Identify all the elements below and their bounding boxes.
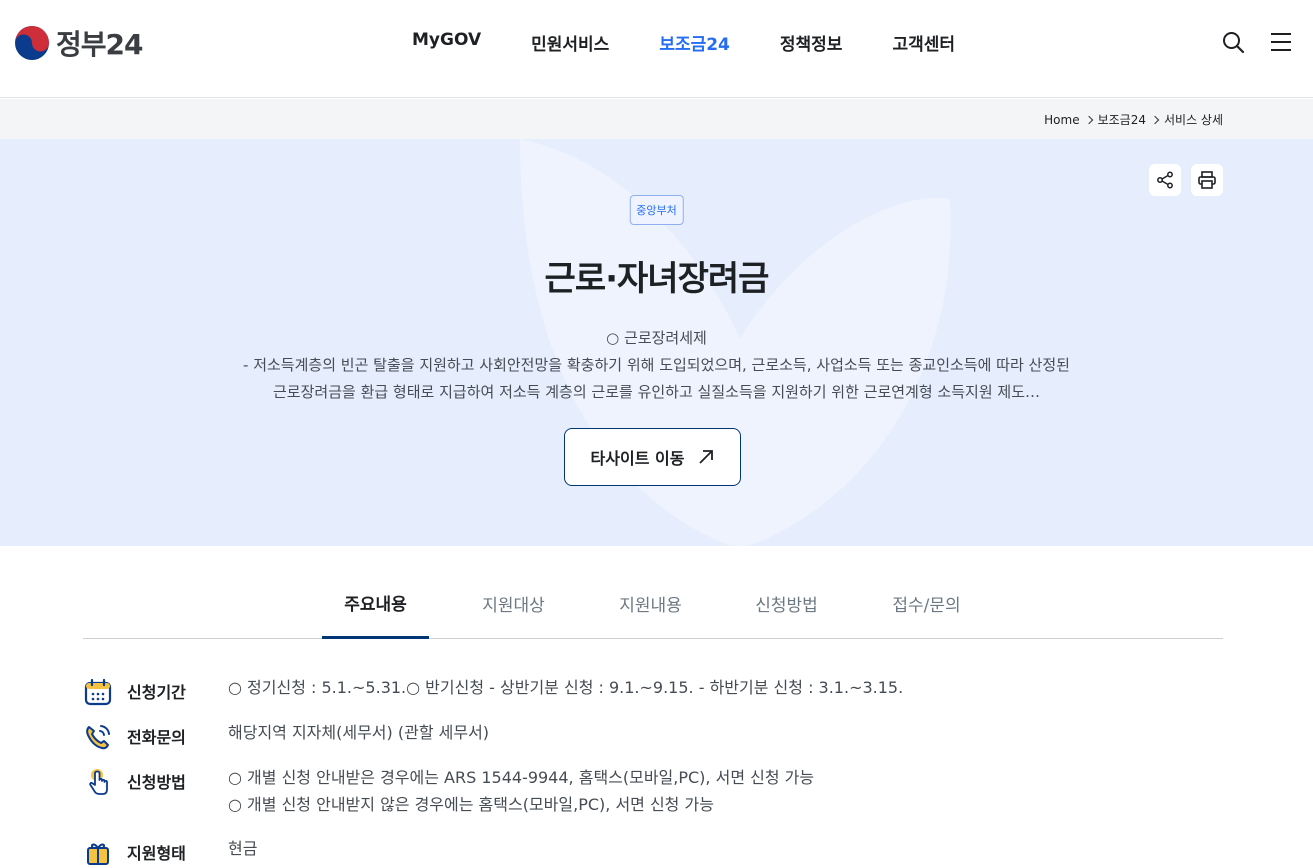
chevron-right-icon: [1150, 115, 1160, 124]
phone-value: 해당지역 지자체(세무서) (관할 세무서): [228, 723, 490, 742]
phone-label: 전화문의: [127, 728, 186, 747]
ministry-badge: 중앙부처: [629, 195, 684, 225]
period-label: 신청기간: [127, 683, 186, 702]
breadcrumb-home[interactable]: Home: [1044, 113, 1079, 127]
type-label: 지원형태: [127, 844, 186, 863]
summary-line: ○ 근로장려세제: [606, 329, 707, 347]
breadcrumb-current: 서비스 상세: [1163, 113, 1223, 127]
tab-how-to-apply[interactable]: 신청방법: [733, 568, 840, 638]
method-line: ○ 개별 신청 안내받지 않은 경우에는 홈택스(모바일,PC), 서면 신청 …: [228, 795, 714, 814]
page-title: 근로·자녀장려금: [544, 259, 770, 299]
period-value: ○ 정기신청 : 5.1.~5.31.○ 반기신청 - 상반기분 신청 : 9.…: [228, 678, 904, 697]
breadcrumb: Home 보조금24 서비스 상세: [1044, 111, 1223, 128]
calendar-icon: [84, 678, 112, 706]
tab-eligibility[interactable]: 지원대상: [460, 568, 567, 638]
method-value: ○ 개별 신청 안내받은 경우에는 ARS 1544-9944, 홈택스(모바일…: [228, 764, 814, 818]
tab-support-content[interactable]: 지원내용: [597, 568, 704, 638]
external-site-label: 타사이트 이동: [590, 449, 685, 468]
detail-tabs: 주요내용 지원대상 지원내용 신청방법 접수/문의: [83, 568, 1223, 639]
taegeuk-logo-icon: [15, 26, 49, 60]
info-row-period: 신청기간 ○ 정기신청 : 5.1.~5.31.○ 반기신청 - 상반기분 신청…: [83, 677, 903, 707]
breadcrumb-bar: Home 보조금24 서비스 상세: [0, 99, 1313, 139]
info-row-method: 신청방법 ○ 개별 신청 안내받은 경우에는 ARS 1544-9944, 홈택…: [83, 767, 814, 814]
share-button[interactable]: [1149, 164, 1181, 196]
tab-contact[interactable]: 접수/문의: [873, 568, 980, 638]
breadcrumb-subsidy24[interactable]: 보조금24: [1098, 111, 1146, 128]
method-line: ○ 개별 신청 안내받은 경우에는 ARS 1544-9944, 홈택스(모바일…: [228, 768, 815, 787]
chevron-right-icon: [1084, 115, 1093, 124]
printer-icon: [1198, 171, 1216, 189]
nav-customer-center[interactable]: 고객센터: [892, 30, 955, 55]
nav-civil-service[interactable]: 민원서비스: [531, 30, 609, 55]
method-label: 신청방법: [127, 773, 186, 792]
service-hero: 중앙부처 근로·자녀장려금 ○ 근로장려세제 - 저소득계층의 빈곤 탈출을 지…: [0, 139, 1313, 546]
phone-icon: [86, 725, 110, 750]
type-value: 현금: [228, 839, 258, 858]
hand-pointer-icon: [89, 769, 108, 795]
gift-icon: [87, 843, 109, 865]
nav-subsidy24[interactable]: 보조금24: [659, 30, 730, 55]
service-summary: ○ 근로장려세제 - 저소득계층의 빈곤 탈출을 지원하고 사회안전망을 확충하…: [0, 325, 1313, 406]
info-row-phone: 전화문의 해당지역 지자체(세무서) (관할 세무서): [83, 722, 489, 752]
main-nav: MyGOV 민원서비스 보조금24 정책정보 고객센터: [412, 30, 1005, 55]
external-site-button[interactable]: 타사이트 이동: [564, 428, 741, 486]
menu-icon[interactable]: [1269, 30, 1293, 54]
info-row-type: 지원형태 현금: [83, 838, 257, 868]
logo[interactable]: 정부24: [14, 24, 143, 62]
nav-policy-info[interactable]: 정책정보: [780, 30, 843, 55]
summary-line: - 저소득계층의 빈곤 탈출을 지원하고 사회안전망을 확충하기 위해 도입되었…: [243, 356, 1070, 374]
tab-main-content[interactable]: 주요내용: [322, 568, 429, 639]
search-icon[interactable]: [1221, 30, 1245, 54]
arrow-up-right-icon: [699, 450, 714, 464]
site-header: 정부24 MyGOV 민원서비스 보조금24 정책정보 고객센터: [0, 0, 1313, 98]
logo-text: 정부24: [56, 28, 143, 61]
print-button[interactable]: [1191, 164, 1223, 196]
summary-line: 근로장려금을 환급 형태로 지급하여 저소득 계층의 근로를 유인하고 실질소득…: [273, 383, 1040, 401]
share-icon: [1157, 171, 1173, 189]
nav-mygov[interactable]: MyGOV: [412, 30, 481, 55]
